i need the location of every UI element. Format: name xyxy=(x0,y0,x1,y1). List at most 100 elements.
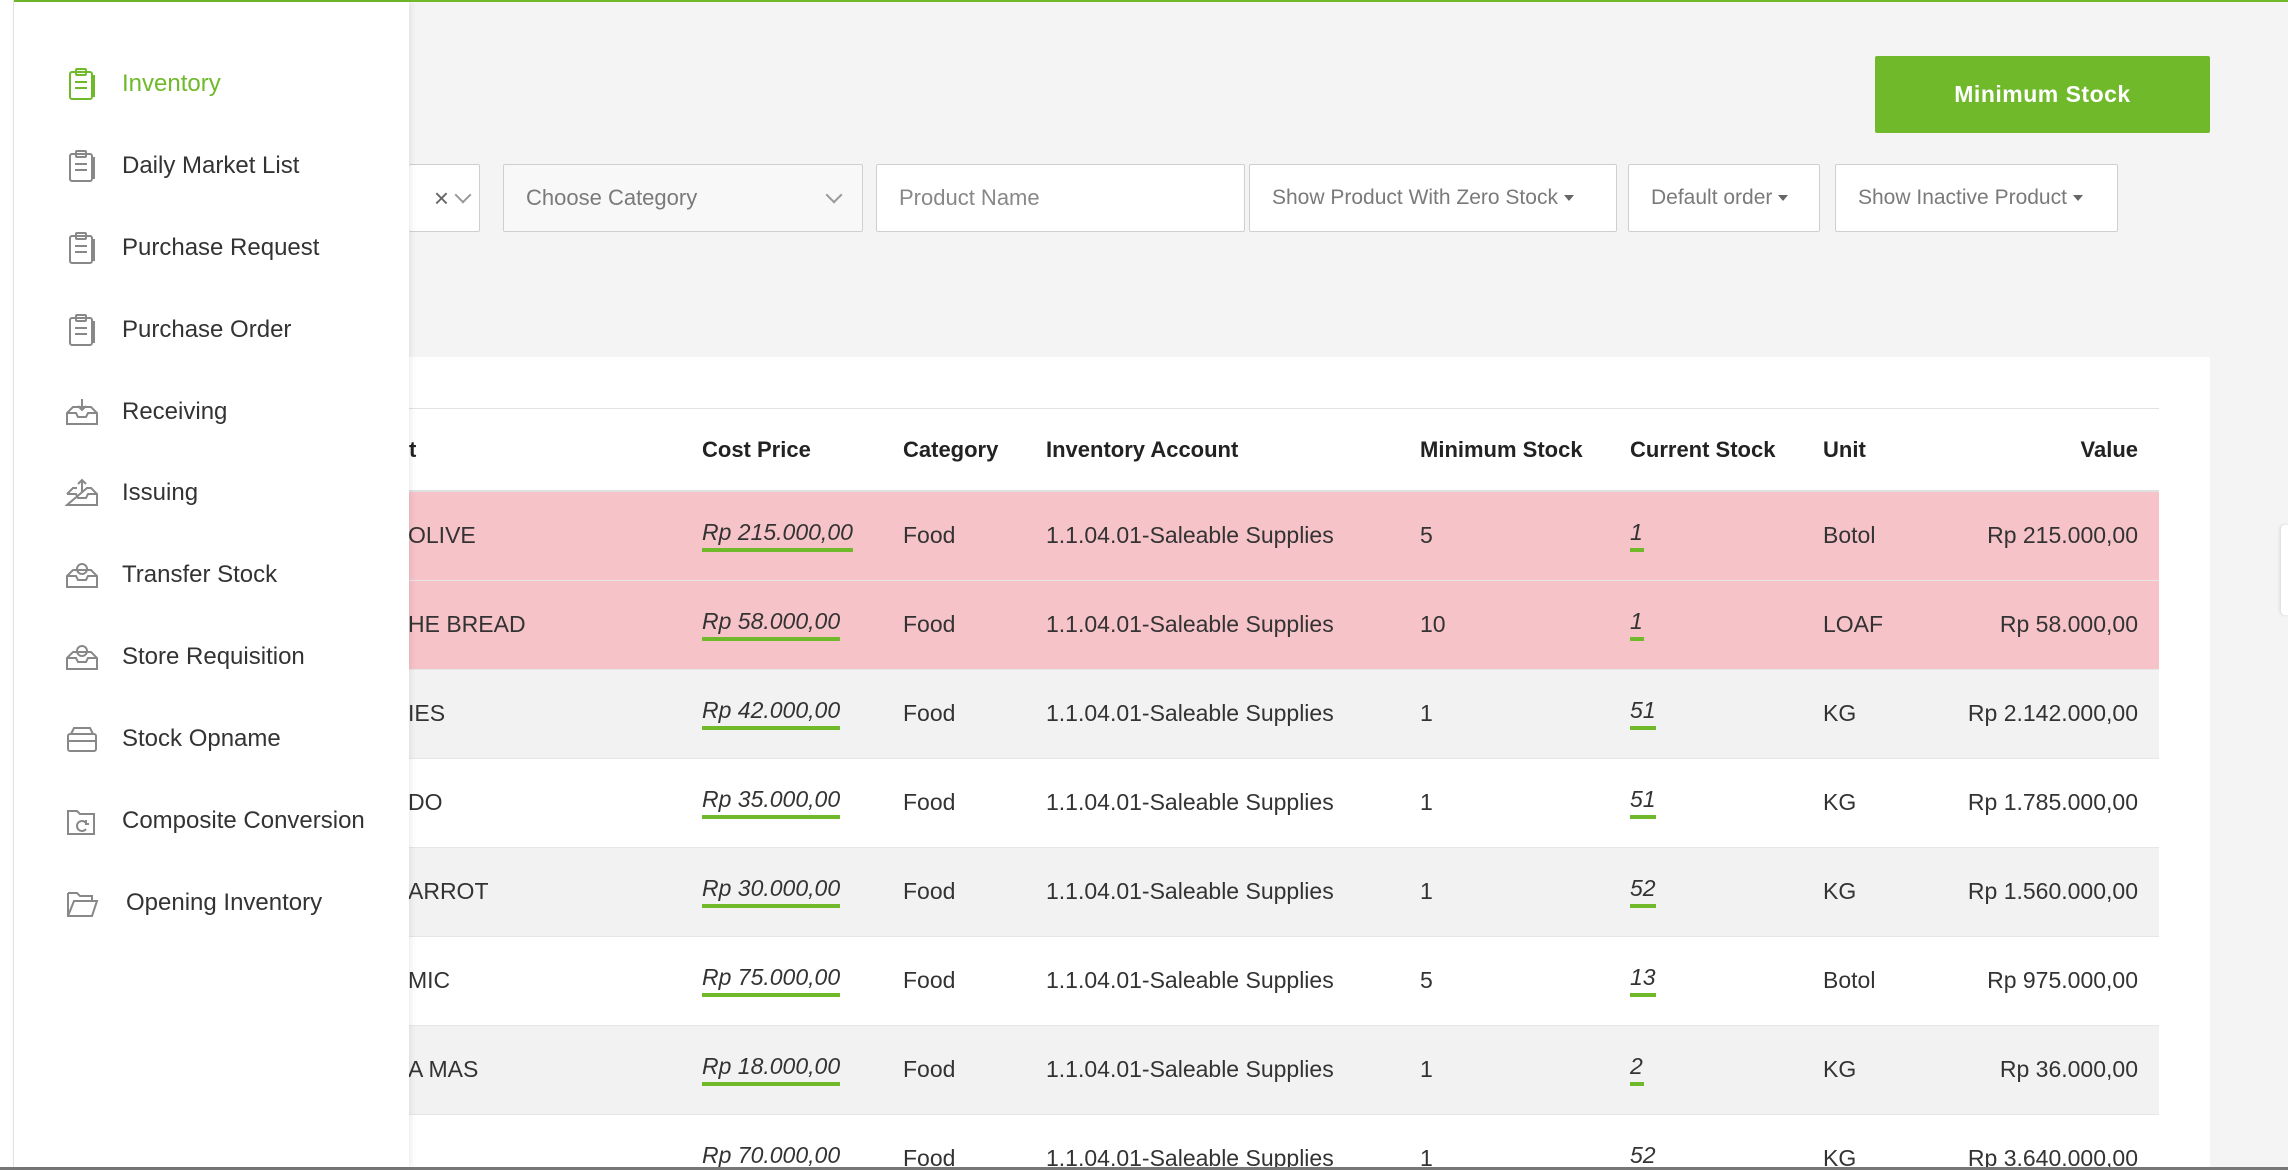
sidebar-item-label: Purchase Request xyxy=(122,234,320,261)
current-stock-link[interactable]: 13 xyxy=(1630,966,1656,997)
product-name: OLIVE xyxy=(408,522,476,549)
sidebar-item-transfer-stock[interactable]: Transfer Stock xyxy=(64,545,394,605)
inventory-sidebar-menu: Inventory Daily Market List Purchase Req… xyxy=(14,2,409,1167)
inventory-table-card: t Cost Price Category Inventory Account … xyxy=(408,357,2210,1170)
cost-price-link[interactable]: Rp 42.000,00 xyxy=(702,699,841,730)
table-row[interactable]: OLIVE Rp 215.000,00 Food 1.1.04.01-Salea… xyxy=(408,491,2159,581)
cost-price-link[interactable]: Rp 18.000,00 xyxy=(702,1055,841,1086)
current-stock-link[interactable]: 2 xyxy=(1630,1055,1644,1086)
sidebar-item-receiving[interactable]: Receiving xyxy=(64,382,394,442)
inventory-table: t Cost Price Category Inventory Account … xyxy=(408,409,2159,1170)
clipboard-icon xyxy=(64,312,100,348)
sidebar-item-daily-market-list[interactable]: Daily Market List xyxy=(64,136,394,196)
unit-cell: KG xyxy=(1823,1114,1960,1170)
minimum-stock-cell: 1 xyxy=(1420,1114,1630,1170)
minimum-stock-button[interactable]: Minimum Stock xyxy=(1875,56,2210,133)
sidebar-item-issuing[interactable]: Issuing xyxy=(64,463,394,523)
product-name: ARROT xyxy=(408,878,489,904)
sidebar-item-purchase-order[interactable]: Purchase Order xyxy=(64,300,394,360)
sidebar-item-composite-conversion[interactable]: Composite Conversion xyxy=(64,791,394,851)
cost-price-link[interactable]: Rp 58.000,00 xyxy=(702,610,841,641)
current-stock-link[interactable]: 51 xyxy=(1630,788,1656,819)
product-name-placeholder: Product Name xyxy=(899,185,1040,210)
category-cell: Food xyxy=(903,580,1046,670)
column-header-product[interactable]: t xyxy=(409,409,702,492)
unit-cell: Botol xyxy=(1823,491,1960,581)
column-header-unit[interactable]: Unit xyxy=(1823,409,1960,492)
current-stock-link[interactable]: 1 xyxy=(1630,610,1644,641)
cost-price-link[interactable]: Rp 35.000,00 xyxy=(702,788,841,819)
sidebar-item-label: Daily Market List xyxy=(122,152,300,179)
column-header-value[interactable]: Value xyxy=(1960,409,2159,492)
inactive-product-dropdown[interactable]: Show Inactive Product xyxy=(1835,164,2118,232)
category-cell: Food xyxy=(903,491,1046,581)
clear-selection-icon[interactable]: × xyxy=(434,183,449,214)
table-row[interactable]: MIC Rp 75.000,00 Food 1.1.04.01-Saleable… xyxy=(408,936,2159,1026)
unit-cell: LOAF xyxy=(1823,580,1960,670)
value-cell: Rp 2.142.000,00 xyxy=(1960,669,2159,759)
table-row[interactable]: ARROT Rp 30.000,00 Food 1.1.04.01-Saleab… xyxy=(408,847,2159,937)
sidebar-item-label: Stock Opname xyxy=(122,725,281,752)
folder-refresh-icon xyxy=(64,803,100,839)
sidebar-item-label: Transfer Stock xyxy=(122,561,278,588)
product-name: IES xyxy=(408,700,446,726)
clipboard-icon xyxy=(64,148,100,184)
clipboard-icon xyxy=(64,230,100,266)
sidebar-item-inventory[interactable]: Inventory xyxy=(64,54,394,114)
product-name: DO xyxy=(408,789,443,815)
value-cell: Rp 36.000,00 xyxy=(1960,1025,2159,1115)
minimum-stock-cell: 1 xyxy=(1420,669,1630,759)
zero-stock-dropdown-label: Show Product With Zero Stock xyxy=(1272,186,1558,209)
box-icon xyxy=(64,721,100,757)
product-name-input[interactable]: Product Name xyxy=(876,164,1245,232)
value-cell: Rp 975.000,00 xyxy=(1960,936,2159,1026)
inventory-account-cell: 1.1.04.01-Saleable Supplies xyxy=(1046,936,1420,1026)
unit-cell: KG xyxy=(1823,758,1960,848)
column-header-inventory-account[interactable]: Inventory Account xyxy=(1046,409,1420,492)
sidebar-item-store-requisition[interactable]: Store Requisition xyxy=(64,627,394,687)
folder-open-icon xyxy=(64,885,100,921)
sidebar-item-label: Issuing xyxy=(122,479,199,506)
table-row[interactable]: A MAS Rp 18.000,00 Food 1.1.04.01-Saleab… xyxy=(408,1025,2159,1115)
inventory-account-cell: 1.1.04.01-Saleable Supplies xyxy=(1046,758,1420,848)
warehouse-select[interactable]: × xyxy=(409,164,480,232)
table-row[interactable]: DO Rp 35.000,00 Food 1.1.04.01-Saleable … xyxy=(408,758,2159,848)
value-cell: Rp 3.640.000,00 xyxy=(1960,1114,2159,1170)
table-header-row: t Cost Price Category Inventory Account … xyxy=(409,409,2159,492)
category-select-placeholder: Choose Category xyxy=(526,185,698,210)
minimum-stock-cell: 10 xyxy=(1420,580,1630,670)
sort-order-dropdown-label: Default order xyxy=(1651,186,1773,209)
tray-transfer-icon xyxy=(64,557,100,593)
current-stock-link[interactable]: 52 xyxy=(1630,877,1656,908)
sidebar-item-purchase-request[interactable]: Purchase Request xyxy=(64,218,394,278)
unit-cell: KG xyxy=(1823,669,1960,759)
column-header-cost-price[interactable]: Cost Price xyxy=(702,409,903,492)
sidebar-item-stock-opname[interactable]: Stock Opname xyxy=(64,709,394,769)
category-cell: Food xyxy=(903,936,1046,1026)
current-stock-link[interactable]: 51 xyxy=(1630,699,1656,730)
unit-cell: KG xyxy=(1823,1025,1960,1115)
sidebar-item-opening-inventory[interactable]: Opening Inventory xyxy=(64,873,394,933)
cost-price-link[interactable]: Rp 30.000,00 xyxy=(702,877,841,908)
column-header-minimum-stock[interactable]: Minimum Stock xyxy=(1420,409,1630,492)
table-row[interactable]: HE BREAD Rp 58.000,00 Food 1.1.04.01-Sal… xyxy=(408,580,2159,670)
product-name: MIC xyxy=(408,967,451,993)
minimum-stock-cell: 1 xyxy=(1420,1025,1630,1115)
current-stock-link[interactable]: 1 xyxy=(1630,521,1644,553)
side-panel-handle[interactable] xyxy=(2281,525,2288,615)
cost-price-link[interactable]: Rp 75.000,00 xyxy=(702,966,841,997)
column-header-current-stock[interactable]: Current Stock xyxy=(1630,409,1823,492)
value-cell: Rp 215.000,00 xyxy=(1960,491,2159,581)
table-row[interactable]: Rp 70.000,00 Food 1.1.04.01-Saleable Sup… xyxy=(409,1114,2159,1170)
caret-down-icon xyxy=(2072,195,2083,201)
cost-price-link[interactable]: Rp 215.000,00 xyxy=(702,521,853,553)
table-row[interactable]: IES Rp 42.000,00 Food 1.1.04.01-Saleable… xyxy=(408,669,2159,759)
sidebar-item-label: Inventory xyxy=(122,70,221,97)
category-select[interactable]: Choose Category xyxy=(503,164,863,232)
sort-order-dropdown[interactable]: Default order xyxy=(1628,164,1820,232)
value-cell: Rp 1.785.000,00 xyxy=(1960,758,2159,848)
column-header-category[interactable]: Category xyxy=(903,409,1046,492)
zero-stock-dropdown[interactable]: Show Product With Zero Stock xyxy=(1249,164,1617,232)
value-cell: Rp 58.000,00 xyxy=(1960,580,2159,670)
tray-out-icon xyxy=(64,475,100,511)
